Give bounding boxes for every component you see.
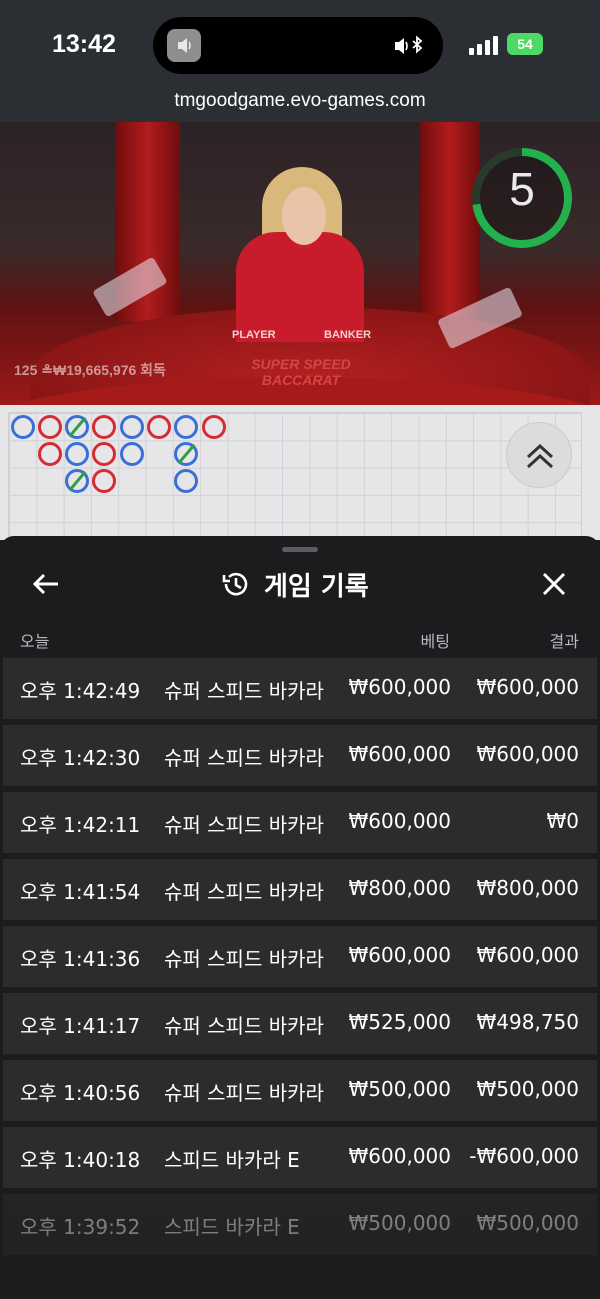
- row-time: 오후 1:39:52: [20, 1215, 141, 1239]
- row-time: 오후 1:40:56: [20, 1081, 141, 1105]
- history-icon: [220, 568, 252, 600]
- sheet-handle[interactable]: [282, 547, 318, 552]
- tie-slash: [68, 470, 87, 492]
- bead: [92, 441, 117, 466]
- row-time: 오후 1:41:17: [20, 1014, 141, 1038]
- row-bet: ₩600,000: [348, 1144, 451, 1168]
- row-game: 슈퍼 스피드 바카라: [164, 746, 324, 770]
- speaker-icon: [167, 29, 201, 62]
- row-result: ₩500,000: [476, 1211, 579, 1235]
- row-result: ₩0: [546, 809, 580, 833]
- live-video[interactable]: PLAYER BANKER SUPER SPEED BACCARAT 125 ≗…: [0, 122, 600, 405]
- row-bet: ₩600,000: [348, 675, 451, 699]
- bead-tie: [174, 441, 199, 466]
- bet-info: 125 ≗₩19,665,976 회독: [14, 362, 166, 378]
- history-header: 오늘 베팅 결과: [0, 626, 600, 656]
- row-game: 슈퍼 스피드 바카라: [164, 679, 324, 703]
- bead: [92, 469, 117, 494]
- screen: 13:42 54 tmgoodgame.evo-games.com PLAYER…: [0, 0, 600, 1299]
- dealer-face: [282, 187, 326, 245]
- row-result: ₩600,000: [476, 742, 579, 766]
- sheet-title: 게임 기록: [264, 572, 369, 602]
- double-chevron-up-icon: [526, 443, 554, 469]
- row-result: ₩600,000: [476, 675, 579, 699]
- row-bet: ₩600,000: [348, 742, 451, 766]
- row-result: ₩800,000: [476, 876, 579, 900]
- row-bet: ₩525,000: [348, 1010, 451, 1034]
- table-brand: SUPER SPEED BACCARAT: [251, 356, 351, 388]
- dealer: [236, 232, 364, 342]
- bead-tie: [65, 469, 90, 494]
- arrow-left-icon: [32, 573, 58, 595]
- banker-label: BANKER: [324, 329, 372, 341]
- row-time: 오후 1:41:36: [20, 947, 141, 971]
- bead: [92, 414, 117, 439]
- tie-slash: [68, 416, 87, 437]
- row-game: 스피드 바카라 E: [164, 1215, 300, 1239]
- row-bet: ₩500,000: [348, 1077, 451, 1101]
- row-game: 슈퍼 스피드 바카라: [164, 947, 324, 971]
- row-game: 슈퍼 스피드 바카라: [164, 813, 324, 837]
- status-bar: 13:42 54: [0, 0, 600, 88]
- bead: [119, 441, 144, 466]
- row-result: ₩600,000: [476, 943, 579, 967]
- row-result: -₩600,000: [469, 1144, 579, 1168]
- back-button[interactable]: [28, 566, 64, 602]
- history-row[interactable]: 오후 1:42:49 슈퍼 스피드 바카라 ₩600,000 ₩600,000: [3, 658, 597, 719]
- close-button[interactable]: [536, 566, 572, 602]
- column-bet-header: 베팅: [420, 632, 450, 651]
- row-game: 슈퍼 스피드 바카라: [164, 1014, 324, 1038]
- status-time: 13:42: [52, 30, 116, 58]
- row-time: 오후 1:41:54: [20, 880, 141, 904]
- dynamic-island: [153, 17, 443, 74]
- game-history-sheet: 게임 기록 오늘 베팅 결과 오후 1:42:49 슈퍼 스피드 바카라 ₩600,…: [0, 536, 600, 1299]
- expand-roadmap-button[interactable]: [506, 422, 572, 488]
- history-row[interactable]: 오후 1:40:56 슈퍼 스피드 바카라 ₩500,000 ₩500,000: [3, 1060, 597, 1121]
- player-label: PLAYER: [232, 329, 276, 341]
- bead: [10, 414, 35, 439]
- bead: [174, 469, 199, 494]
- battery-icon: 54: [507, 33, 543, 55]
- row-bet: ₩800,000: [348, 876, 451, 900]
- row-game: 스피드 바카라 E: [164, 1148, 300, 1172]
- history-row[interactable]: 오후 1:40:18 스피드 바카라 E ₩600,000 -₩600,000: [3, 1127, 597, 1188]
- url-bar[interactable]: tmgoodgame.evo-games.com: [0, 88, 600, 122]
- row-time: 오후 1:42:11: [20, 813, 141, 837]
- history-row[interactable]: 오후 1:41:54 슈퍼 스피드 바카라 ₩800,000 ₩800,000: [3, 859, 597, 920]
- bluetooth-audio-icon: [393, 33, 427, 59]
- row-bet: ₩500,000: [348, 1211, 451, 1235]
- row-result: ₩498,750: [476, 1010, 579, 1034]
- row-game: 슈퍼 스피드 바카라: [164, 1081, 324, 1105]
- history-row[interactable]: 오후 1:41:17 슈퍼 스피드 바카라 ₩525,000 ₩498,750: [3, 993, 597, 1054]
- row-bet: ₩600,000: [348, 809, 451, 833]
- close-icon: [542, 572, 566, 596]
- bead: [37, 441, 62, 466]
- bead-tie: [65, 414, 90, 439]
- bead: [147, 414, 171, 439]
- countdown-number: 5: [509, 163, 535, 215]
- row-time: 오후 1:42:30: [20, 746, 141, 770]
- bead: [174, 414, 199, 439]
- history-row[interactable]: 오후 1:39:52 스피드 바카라 E ₩500,000 ₩500,000: [3, 1194, 597, 1255]
- row-result: ₩500,000: [476, 1077, 579, 1101]
- history-row[interactable]: 오후 1:42:30 슈퍼 스피드 바카라 ₩600,000 ₩600,000: [3, 725, 597, 786]
- row-bet: ₩600,000: [348, 943, 451, 967]
- bead: [65, 441, 90, 466]
- tie-slash: [177, 443, 196, 464]
- row-game: 슈퍼 스피드 바카라: [164, 880, 324, 904]
- bead: [201, 414, 226, 439]
- row-time: 오후 1:42:49: [20, 679, 141, 703]
- section-label-today: 오늘: [20, 632, 50, 651]
- bead-road-grid[interactable]: [8, 412, 582, 542]
- column-result-header: 결과: [549, 632, 579, 651]
- signal-icon: [469, 35, 499, 55]
- history-row[interactable]: 오후 1:41:36 슈퍼 스피드 바카라 ₩600,000 ₩600,000: [3, 926, 597, 987]
- bead: [119, 414, 144, 439]
- bead: [37, 414, 62, 439]
- history-row[interactable]: 오후 1:42:11 슈퍼 스피드 바카라 ₩600,000 ₩0: [3, 792, 597, 853]
- row-time: 오후 1:40:18: [20, 1148, 141, 1172]
